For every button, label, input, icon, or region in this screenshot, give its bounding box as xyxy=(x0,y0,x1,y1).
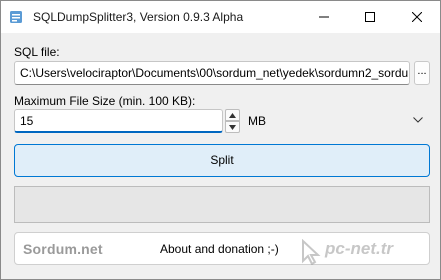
unit-select-value: MB xyxy=(248,114,266,128)
maximize-button[interactable] xyxy=(347,1,393,33)
spin-down-button[interactable] xyxy=(225,121,240,133)
watermark: pc-net.tr xyxy=(301,237,431,269)
max-size-label: Maximum File Size (min. 100 KB): xyxy=(14,94,196,108)
progress-bar xyxy=(14,186,430,223)
close-icon xyxy=(412,12,422,22)
watermark-text: pc-net.tr xyxy=(325,239,393,258)
chevron-down-icon xyxy=(413,117,423,123)
max-size-input[interactable]: 15 xyxy=(14,109,223,133)
chevron-down-icon xyxy=(229,124,236,130)
sql-file-label: SQL file: xyxy=(14,45,60,59)
unit-select[interactable]: MB xyxy=(242,109,430,133)
chevron-up-icon xyxy=(229,112,236,118)
spin-up-button[interactable] xyxy=(225,109,240,121)
maximize-icon xyxy=(365,12,375,22)
cursor-icon xyxy=(302,239,321,265)
app-icon xyxy=(10,11,22,23)
window-title: SQLDumpSplitter3, Version 0.9.3 Alpha xyxy=(33,10,244,24)
minimize-icon xyxy=(319,16,329,18)
about-donation-label: About and donation ;-) xyxy=(160,242,279,256)
title-bar[interactable]: SQLDumpSplitter3, Version 0.9.3 Alpha xyxy=(1,1,440,33)
close-button[interactable] xyxy=(394,1,440,33)
sordum-logo: Sordum.net xyxy=(23,241,103,257)
split-button[interactable]: Split xyxy=(14,144,430,177)
app-window: SQLDumpSplitter3, Version 0.9.3 Alpha SQ… xyxy=(0,0,441,280)
minimize-button[interactable] xyxy=(301,1,347,33)
browse-button[interactable]: ... xyxy=(414,61,430,85)
sql-file-input[interactable]: C:\Users\velociraptor\Documents\00\sordu… xyxy=(14,61,410,85)
